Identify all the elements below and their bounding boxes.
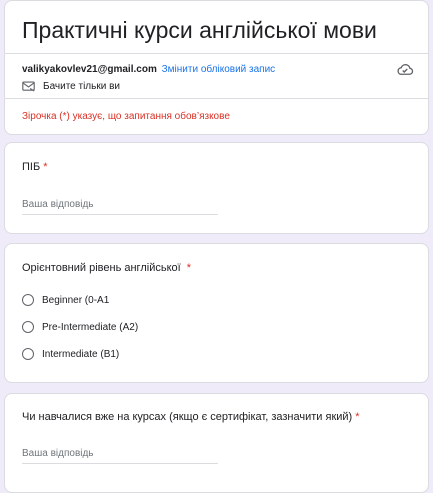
form-title: Практичні курси англійської мови bbox=[22, 17, 377, 43]
form-header-card: Практичні курси англійської мови valikya… bbox=[4, 0, 429, 135]
radio-option-beginner[interactable]: Beginner (0-A1 bbox=[22, 294, 109, 306]
question-text: Орієнтовний рівень англійської bbox=[22, 262, 181, 274]
required-note: Зірочка (*) указує, що запитання обов’яз… bbox=[22, 111, 230, 122]
option-label: Beginner (0-A1 bbox=[42, 294, 110, 306]
name-answer-input[interactable] bbox=[22, 194, 218, 215]
question-text: Чи навчалися вже на курсах (якщо є серти… bbox=[22, 411, 353, 423]
not-shared-icon bbox=[22, 81, 35, 92]
courses-answer-input[interactable] bbox=[22, 443, 218, 464]
question-title: Орієнтовний рівень англійської * bbox=[22, 262, 191, 274]
radio-button[interactable] bbox=[22, 294, 34, 306]
radio-button[interactable] bbox=[22, 321, 34, 333]
account-email: valikyakovlev21@gmail.com bbox=[22, 64, 157, 75]
required-asterisk: * bbox=[186, 262, 191, 274]
required-asterisk: * bbox=[43, 161, 48, 173]
question-title: ПІБ * bbox=[22, 161, 47, 173]
radio-option-intermediate[interactable]: Intermediate (B1) bbox=[22, 348, 119, 360]
option-label: Pre-Intermediate (A2) bbox=[42, 321, 139, 333]
question-card-courses: Чи навчалися вже на курсах (якщо є серти… bbox=[4, 393, 429, 493]
radio-option-pre-intermediate[interactable]: Pre-Intermediate (A2) bbox=[22, 321, 138, 333]
question-card-level: Орієнтовний рівень англійської * Beginner… bbox=[4, 243, 429, 383]
cloud-saved-icon bbox=[397, 64, 414, 75]
header-divider-2 bbox=[5, 98, 428, 99]
google-form-page: Практичні курси англійської мови valikya… bbox=[0, 0, 433, 493]
question-title: Чи навчалися вже на курсах (якщо є серти… bbox=[22, 411, 360, 423]
visibility-note: Бачите тільки ви bbox=[43, 81, 120, 92]
question-card-name: ПІБ * bbox=[4, 142, 429, 234]
visibility-row: Бачите тільки ви bbox=[22, 81, 120, 92]
header-divider bbox=[5, 53, 428, 54]
question-text: ПІБ bbox=[22, 161, 41, 173]
account-row: valikyakovlev21@gmail.com Змінити обліко… bbox=[22, 64, 275, 75]
radio-button[interactable] bbox=[22, 348, 34, 360]
required-asterisk: * bbox=[355, 411, 360, 423]
switch-account-link[interactable]: Змінити обліковий запис bbox=[162, 64, 276, 75]
option-label: Intermediate (B1) bbox=[42, 348, 120, 360]
